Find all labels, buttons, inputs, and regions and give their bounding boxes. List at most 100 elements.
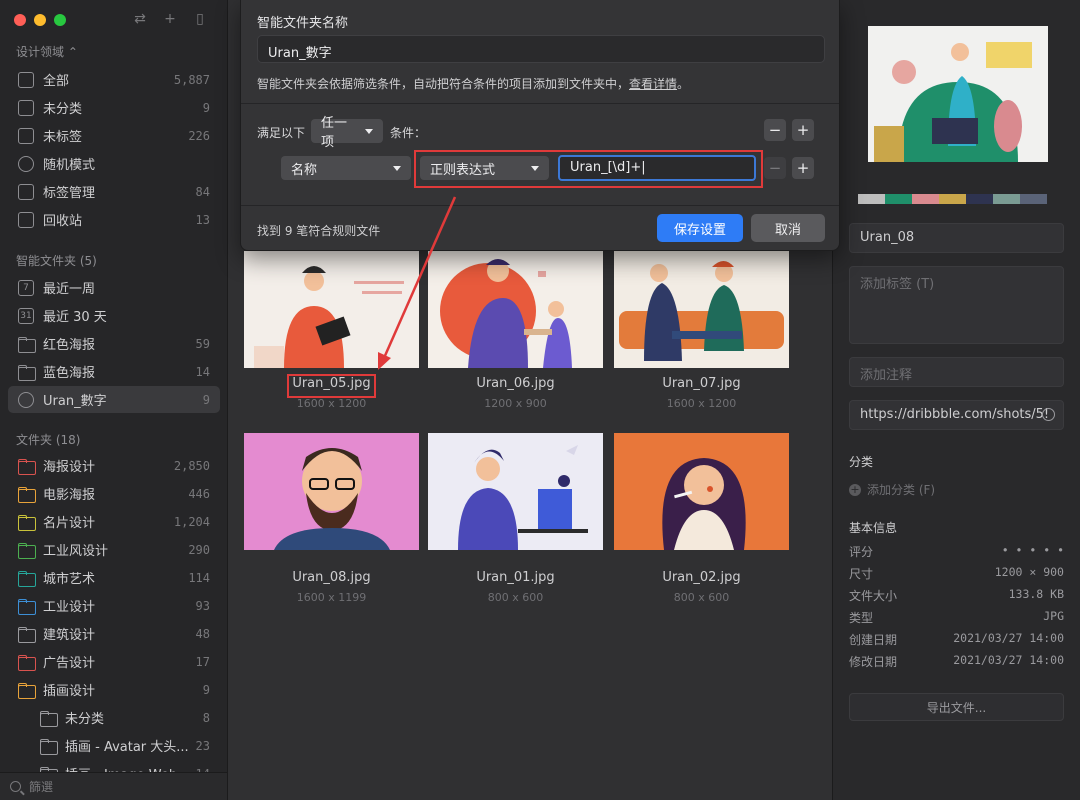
smart-folder-item[interactable]: Uran_數字 9 [8, 386, 220, 413]
thumbnail-uran-06[interactable] [428, 251, 603, 368]
file-name[interactable]: Uran_02.jpg [614, 570, 789, 585]
add-category-button[interactable]: + 添加分类 (F) [849, 481, 935, 498]
color-swatch[interactable] [939, 194, 966, 204]
file-name[interactable]: Uran_01.jpg [428, 570, 603, 585]
save-button[interactable]: 保存设置 [657, 214, 743, 242]
smart-folder-item[interactable]: 蓝色海报 14 [8, 358, 220, 385]
sidebar-item[interactable]: 标签管理 84 [8, 178, 220, 205]
sidebar-item[interactable]: 随机模式 [8, 150, 220, 177]
globe-icon[interactable] [1042, 408, 1055, 421]
sidebar-item[interactable]: 回收站 13 [8, 206, 220, 233]
sidebar-filter[interactable]: 篩選 [0, 772, 227, 800]
nav-label: 插画设计 [43, 684, 96, 699]
nav-label: 广告设计 [43, 656, 96, 671]
smart-folder-item[interactable]: 31 最近 30 天 [8, 302, 220, 329]
filter-input[interactable]: 篩選 [29, 778, 53, 795]
info-row: 创建日期 2021/03/27 14:00 [849, 631, 1064, 648]
folder-item[interactable]: 电影海报 446 [8, 480, 220, 507]
sidebar-item[interactable]: 未标签 226 [8, 122, 220, 149]
folder-name-input[interactable]: Uran_數字 [257, 35, 825, 63]
folder-item[interactable]: 插画 - Avatar 大头... 23 [30, 732, 220, 759]
thumbnail-uran-01[interactable] [428, 433, 603, 550]
item-count: 93 [195, 598, 210, 613]
item-count: 2,850 [173, 458, 210, 473]
nav-label: Uran_數字 [43, 394, 107, 409]
folder-icon [18, 514, 36, 531]
nav-label: 名片设计 [43, 516, 96, 531]
smart-folder-item[interactable]: 红色海报 59 [8, 330, 220, 357]
folder-item[interactable]: 未分类 8 [30, 704, 220, 731]
chevron-down-icon [393, 165, 401, 171]
color-swatch[interactable] [966, 194, 993, 204]
info-value: JPG [1043, 609, 1064, 623]
nav-label: 最近一周 [43, 282, 96, 297]
cancel-button[interactable]: 取消 [751, 214, 825, 242]
description-end: 。 [677, 77, 690, 91]
file-name[interactable]: Uran_06.jpg [428, 376, 603, 391]
add-icon[interactable]: + [162, 10, 178, 28]
thumbnail-uran-08[interactable] [244, 433, 419, 550]
folder-icon [18, 626, 36, 643]
tags-field[interactable]: 添加标签 (T) [849, 266, 1064, 344]
folder-item[interactable]: 海报设计 2,850 [8, 452, 220, 479]
folder-item[interactable]: 建筑设计 48 [8, 620, 220, 647]
folder-item[interactable]: 工业风设计 290 [8, 536, 220, 563]
folder-icon [18, 542, 36, 559]
chevron-down-icon [365, 128, 373, 134]
color-swatch[interactable] [912, 194, 939, 204]
nav-label: 城市艺术 [43, 572, 96, 587]
nav-label: 未分类 [43, 102, 83, 117]
smart-folder-item[interactable]: 7 最近一周 [8, 274, 220, 301]
file-size: 1600 x 1199 [296, 591, 367, 604]
details-link[interactable]: 查看详情 [629, 77, 677, 91]
search-icon [10, 781, 21, 792]
add-group-button[interactable]: + [792, 119, 814, 141]
color-swatch[interactable] [858, 194, 885, 204]
rule-field-select[interactable]: 名称 [281, 156, 411, 180]
color-swatch[interactable] [885, 194, 912, 204]
smart-folder-icon [18, 336, 36, 353]
sync-icon[interactable]: ⇄ [132, 10, 148, 28]
sidebar-item[interactable]: 全部 5,887 [8, 66, 220, 93]
match-mode-select[interactable]: 任一项 [311, 116, 383, 150]
sidebar-item[interactable]: 未分类 9 [8, 94, 220, 121]
item-count: 17 [195, 654, 210, 669]
folder-item[interactable]: 城市艺术 114 [8, 564, 220, 591]
name-field[interactable]: Uran_08 [849, 223, 1064, 253]
note-field[interactable]: 添加注释 [849, 357, 1064, 387]
export-button[interactable]: 导出文件... [849, 693, 1064, 721]
file-name[interactable]: Uran_07.jpg [614, 376, 789, 391]
zoom-window-button[interactable] [54, 14, 66, 26]
info-key: 创建日期 [849, 633, 898, 647]
library-switcher[interactable]: 设计领域 ⌃ [16, 43, 78, 60]
file-size: 1600 x 1200 [666, 397, 737, 410]
thumbnail-uran-02[interactable] [614, 433, 789, 550]
minimize-window-button[interactable] [34, 14, 46, 26]
nav-label: 标签管理 [43, 186, 96, 201]
smart-folders-title: 智能文件夹 (5) [16, 254, 97, 268]
nav-label: 回收站 [43, 214, 83, 229]
rule-field-value: 名称 [291, 162, 318, 178]
add-category-label: 添加分类 (F) [867, 483, 936, 497]
color-swatch[interactable] [993, 194, 1020, 204]
info-value: 2021/03/27 14:00 [953, 631, 1064, 645]
nav-label: 未标签 [43, 130, 83, 145]
info-row: 文件大小 133.8 KB [849, 587, 1064, 604]
remove-rule-button[interactable]: − [764, 157, 786, 179]
info-row: 修改日期 2021/03/27 14:00 [849, 653, 1064, 670]
folder-item[interactable]: 插画设计 9 [8, 676, 220, 703]
url-field[interactable]: https://dribbble.com/shots/5! [849, 400, 1064, 430]
file-name[interactable]: Uran_08.jpg [244, 570, 419, 585]
gear-icon [18, 391, 34, 408]
color-swatch[interactable] [1020, 194, 1047, 204]
sidebar-toggle-icon[interactable]: ▯ [192, 10, 208, 28]
info-value[interactable]: • • • • • [1002, 543, 1064, 560]
remove-group-button[interactable]: − [764, 119, 786, 141]
close-window-button[interactable] [14, 14, 26, 26]
thumbnail-uran-05[interactable] [244, 251, 419, 368]
add-rule-button[interactable]: + [792, 157, 814, 179]
folder-item[interactable]: 名片设计 1,204 [8, 508, 220, 535]
thumbnail-uran-07[interactable] [614, 251, 789, 368]
folder-item[interactable]: 工业设计 93 [8, 592, 220, 619]
folder-item[interactable]: 广告设计 17 [8, 648, 220, 675]
